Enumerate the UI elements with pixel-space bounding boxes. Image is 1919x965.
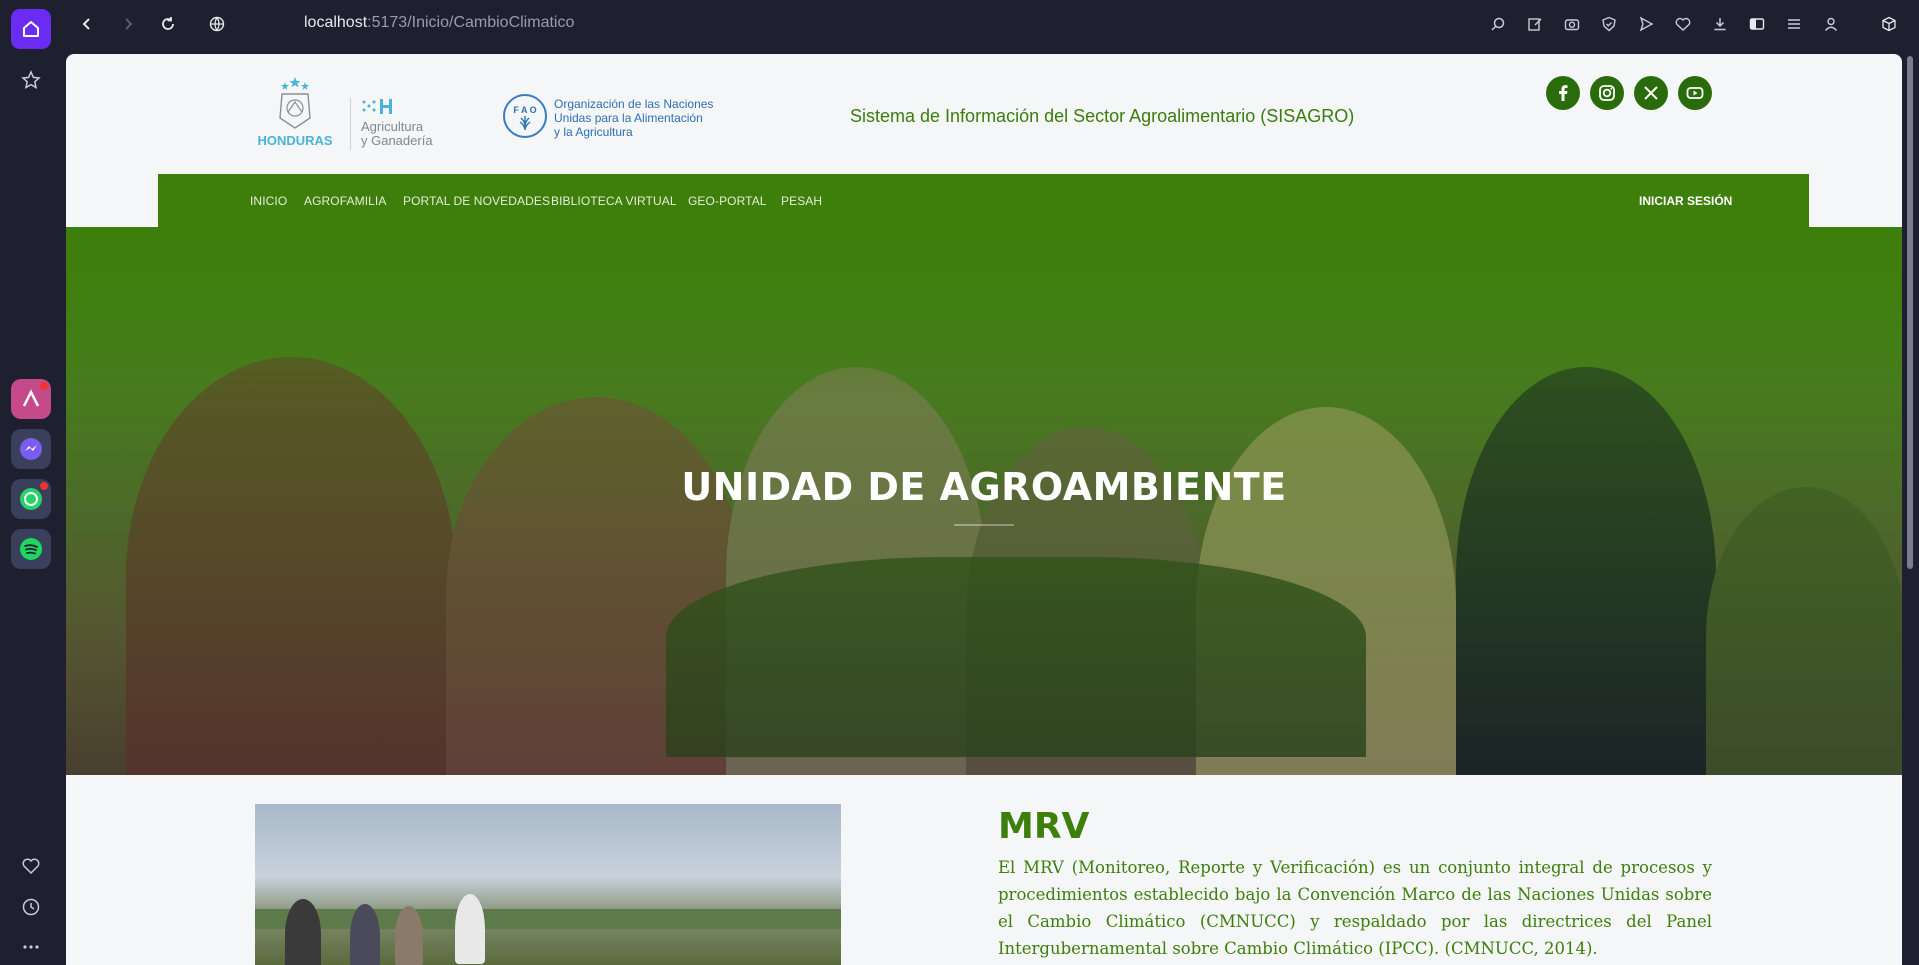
sag-logo[interactable]: Agricultura y Ganadería	[361, 98, 451, 158]
address-bar[interactable]: localhost:5173/Inicio/CambioClimatico	[304, 14, 574, 32]
nav-item-portal-de-novedades[interactable]: PORTAL DE NOVEDADES	[403, 194, 550, 208]
menu-icon[interactable]	[1784, 14, 1804, 34]
login-link[interactable]: INICIAR SESIÓN	[1639, 194, 1732, 208]
sidebar-toggle-icon[interactable]	[1747, 14, 1767, 34]
extensions-cube-icon[interactable]	[1879, 14, 1899, 34]
download-icon[interactable]	[1710, 14, 1730, 34]
spotify-icon[interactable]	[11, 529, 51, 569]
sag-logo-text: Agricultura y Ganadería	[361, 119, 433, 148]
hero-title: UNIDAD DE AGROAMBIENTE	[681, 465, 1287, 509]
search-page-icon[interactable]	[1488, 14, 1508, 34]
home-icon[interactable]	[11, 9, 51, 49]
reload-icon[interactable]	[158, 14, 178, 34]
url-host: localhost	[304, 14, 368, 31]
x-icon[interactable]	[1634, 76, 1668, 110]
edit-icon[interactable]	[1525, 14, 1545, 34]
nav-item-agrofamilia[interactable]: AGROFAMILIA	[304, 194, 386, 208]
mrv-heading: MRV	[998, 806, 1090, 847]
web-page: HONDURAS Agricultura y Ganadería F A O Or…	[66, 54, 1902, 965]
youtube-icon[interactable]	[1678, 76, 1712, 110]
send-icon[interactable]	[1636, 14, 1656, 34]
profile-icon[interactable]	[1821, 14, 1841, 34]
facebook-icon[interactable]	[1546, 76, 1580, 110]
url-path: :5173/Inicio/CambioClimatico	[367, 14, 575, 31]
hero-banner: UNIDAD DE AGROAMBIENTE	[66, 227, 1902, 775]
nav-item-pesah[interactable]: PESAH	[781, 194, 822, 208]
favorites-icon[interactable]	[1673, 14, 1693, 34]
mrv-description: El MRV (Monitoreo, Reporte y Verificació…	[998, 858, 1712, 958]
hero-title-underline	[954, 524, 1014, 526]
svg-text:F A O: F A O	[513, 105, 536, 115]
logo-divider	[350, 98, 351, 150]
browser-toolbar: localhost:5173/Inicio/CambioClimatico	[62, 0, 1919, 48]
shield-icon[interactable]	[1599, 14, 1619, 34]
heart-icon[interactable]	[11, 846, 51, 886]
instagram-icon[interactable]	[1590, 76, 1624, 110]
main-nav: INICIO AGROFAMILIA PORTAL DE NOVEDADES B…	[158, 174, 1809, 227]
camera-icon[interactable]	[1562, 14, 1582, 34]
browser-sidebar	[0, 0, 62, 965]
more-icon[interactable]	[11, 927, 51, 965]
site-info-icon[interactable]	[207, 14, 227, 34]
fao-name: Organización de las Naciones Unidas para…	[554, 97, 714, 139]
star-icon[interactable]	[11, 60, 51, 100]
fao-logo[interactable]: F A O	[503, 94, 547, 138]
site-header: HONDURAS Agricultura y Ganadería F A O Or…	[66, 54, 1902, 174]
nav-item-geo-portal[interactable]: GEO-PORTAL	[688, 194, 767, 208]
nav-item-inicio[interactable]: INICIO	[250, 194, 287, 208]
app-kiwi-icon[interactable]	[11, 379, 51, 419]
back-icon[interactable]	[77, 14, 97, 34]
nav-item-biblioteca-virtual[interactable]: BIBLIOTECA VIRTUAL	[551, 194, 677, 208]
whatsapp-icon[interactable]	[11, 479, 51, 519]
messenger-icon[interactable]	[11, 429, 51, 469]
honduras-logo[interactable]: HONDURAS	[252, 76, 338, 150]
honduras-logo-text: HONDURAS	[257, 133, 333, 148]
history-icon[interactable]	[11, 887, 51, 927]
scrollbar-thumb[interactable]	[1907, 56, 1913, 569]
system-title: Sistema de Información del Sector Agroal…	[850, 106, 1355, 126]
forward-icon[interactable]	[118, 14, 138, 34]
mrv-photo	[255, 804, 841, 965]
